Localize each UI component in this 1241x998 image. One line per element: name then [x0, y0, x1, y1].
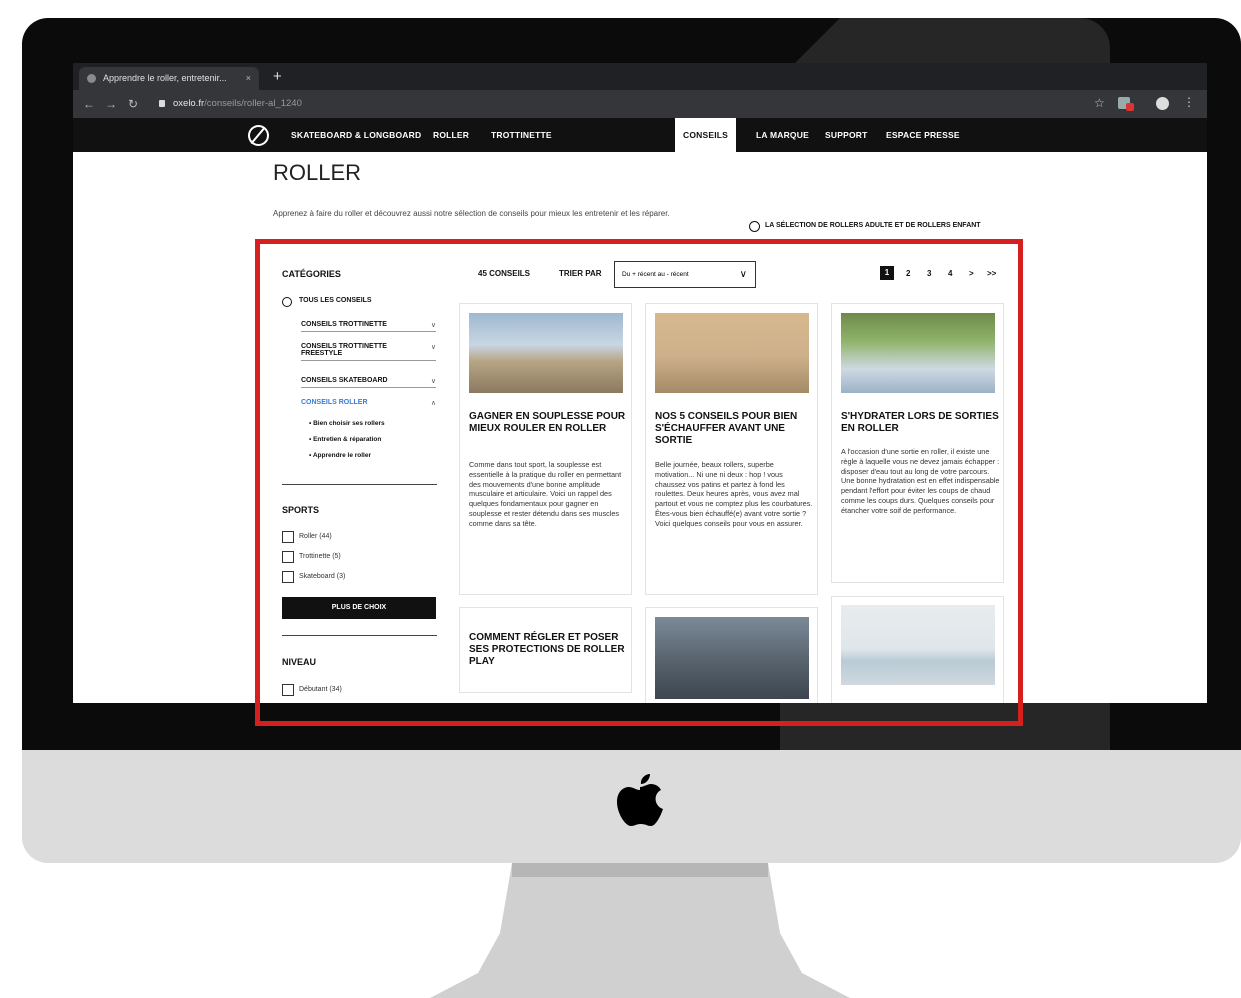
oxelo-logo-icon[interactable]	[248, 125, 269, 146]
url-path: /conseils/roller-al_1240	[204, 98, 302, 109]
page-title: ROLLER	[273, 160, 362, 185]
tab-close-icon[interactable]: ×	[246, 67, 251, 90]
nav-espace-presse[interactable]: ESPACE PRESSE	[886, 118, 960, 152]
profile-avatar-icon[interactable]	[1156, 97, 1169, 110]
address-bar[interactable]: oxelo.fr/conseils/roller-al_1240	[155, 94, 1055, 114]
url-host: oxelo.fr	[173, 98, 205, 109]
back-icon[interactable]: ←	[83, 95, 95, 113]
reload-icon[interactable]: ↻	[128, 95, 138, 113]
nav-support[interactable]: SUPPORT	[825, 118, 868, 152]
extension-badge	[1126, 103, 1134, 111]
lock-icon	[159, 100, 165, 107]
browser-tab[interactable]: Apprendre le roller, entretenir... ×	[79, 67, 259, 90]
bookmark-star-icon[interactable]: ☆	[1094, 96, 1105, 110]
monitor-stand	[430, 863, 850, 998]
nav-conseils-label: CONSEILS	[683, 130, 729, 140]
browser-tab-bar: Apprendre le roller, entretenir... × +	[73, 63, 1207, 90]
new-tab-button[interactable]: +	[273, 67, 282, 87]
page-intro: Apprenez à faire du roller et découvrez …	[273, 209, 670, 218]
highlight-frame	[255, 239, 1023, 726]
apple-logo-icon	[617, 774, 663, 826]
nav-roller[interactable]: ROLLER	[433, 118, 469, 152]
nav-skateboard[interactable]: SKATEBOARD & LONGBOARD	[291, 118, 421, 152]
nav-trottinette[interactable]: TROTTINETTE	[491, 118, 552, 152]
stand-shadow	[512, 863, 768, 877]
browser-toolbar: ← → ↻ oxelo.fr/conseils/roller-al_1240 ☆…	[73, 90, 1207, 118]
site-navigation: SKATEBOARD & LONGBOARD ROLLER TROTTINETT…	[73, 118, 1207, 152]
favicon-icon	[87, 74, 96, 83]
rollers-selection-link[interactable]: LA SÉLECTION DE ROLLERS ADULTE ET DE ROL…	[765, 222, 981, 229]
tab-title: Apprendre le roller, entretenir...	[103, 73, 227, 83]
nav-la-marque[interactable]: LA MARQUE	[756, 118, 809, 152]
nav-conseils[interactable]: CONSEILS	[675, 118, 737, 152]
arrow-circle-icon	[749, 221, 760, 232]
forward-icon[interactable]: →	[105, 95, 117, 113]
browser-menu-icon[interactable]: ⋮	[1183, 95, 1195, 109]
